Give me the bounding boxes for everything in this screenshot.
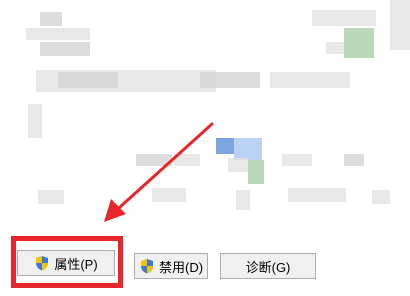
blurred-content	[228, 158, 248, 172]
blurred-content	[58, 72, 118, 88]
blurred-content	[236, 190, 250, 210]
highlight-box	[11, 236, 123, 288]
blurred-content	[312, 10, 376, 26]
blurred-content	[390, 0, 410, 50]
blurred-content	[326, 42, 344, 54]
uac-shield-icon	[140, 259, 153, 274]
disable-button[interactable]: 禁用(D)	[134, 253, 208, 279]
blurred-content	[270, 72, 350, 88]
blurred-content	[152, 188, 186, 202]
blurred-content	[40, 42, 90, 56]
blurred-content	[40, 12, 62, 26]
blurred-content	[372, 190, 390, 204]
disable-button-label: 禁用(D)	[158, 259, 204, 275]
blurred-content	[282, 154, 312, 166]
blurred-content	[248, 160, 264, 184]
blurred-content	[136, 154, 172, 166]
blurred-content	[216, 138, 234, 154]
blurred-content	[174, 154, 200, 166]
blurred-content	[288, 188, 346, 202]
diagnose-button[interactable]: 诊断(G)	[220, 253, 316, 279]
blurred-content	[344, 154, 364, 166]
blurred-content	[38, 190, 64, 204]
blurred-content	[26, 28, 90, 40]
blurred-content	[234, 138, 262, 160]
blurred-content	[28, 104, 42, 138]
blurred-content	[344, 28, 374, 58]
diagnose-button-label: 诊断(G)	[245, 259, 291, 275]
blurred-content	[200, 72, 260, 88]
